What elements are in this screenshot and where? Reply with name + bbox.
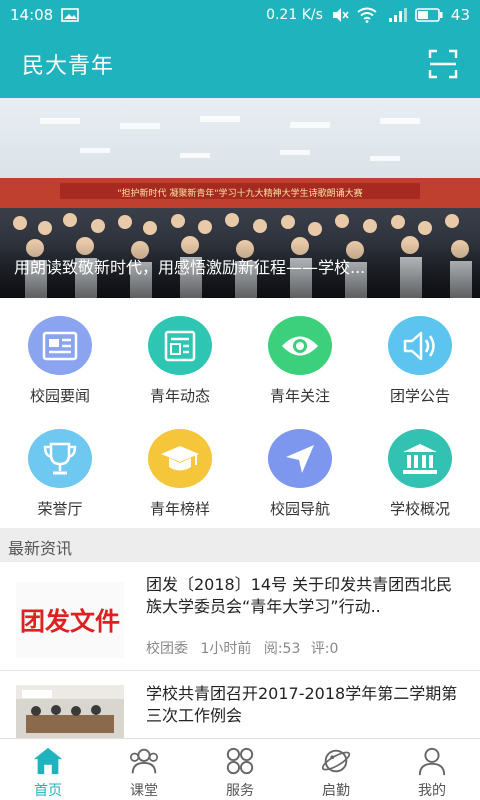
wifi-icon [357, 7, 377, 23]
news-title: 团发〔2018〕14号 关于印发共青团西北民族大学委员会“青年大学习”行动.. [146, 575, 453, 616]
grid-item-campus-map[interactable]: 校园导航 [240, 419, 360, 519]
news-source: 校团委 [146, 641, 188, 657]
news-comments: 评:0 [310, 641, 339, 657]
app-title: 民大青年 [22, 54, 115, 79]
grid-label: 学校概况 [389, 500, 450, 518]
tab-home[interactable]: 首页 [0, 739, 96, 800]
battery-level: 43 [450, 6, 470, 24]
home-icon [33, 747, 63, 775]
news-meta: 校团委 1小时前 阅:53 评:0 [146, 638, 338, 658]
tab-classroom[interactable]: 课堂 [96, 739, 192, 800]
signal-icon [388, 8, 407, 22]
grid-item-campus-news[interactable]: 校园要闻 [0, 306, 120, 406]
tab-label: 启勤 [322, 783, 350, 799]
institution-icon [388, 429, 452, 488]
news-item[interactable]: 学校共青团召开2017-2018学年第二学期第三次工作例会 [0, 671, 480, 738]
tab-label: 服务 [226, 783, 254, 799]
news-thumbnail [16, 685, 124, 738]
grid-label: 团学公告 [389, 387, 450, 405]
status-bar: 14:08 0.21 K/s 43 [0, 0, 480, 30]
battery-icon [415, 8, 443, 22]
network-speed: 0.21 K/s [266, 7, 323, 23]
news-title: 学校共青团召开2017-2018学年第二学期第三次工作例会 [146, 684, 458, 725]
speaker-icon [388, 316, 452, 375]
tab-label: 我的 [418, 783, 446, 799]
grid-label: 青年动态 [149, 387, 210, 405]
banner-carousel[interactable]: "担护新时代 凝聚新青年"学习十九大精神大学生诗歌朗诵大赛 用朗读致敬新时代，用… [0, 98, 480, 298]
app-bar: 民大青年 [0, 30, 480, 98]
newspaper-icon [28, 316, 92, 375]
grid-item-role-models[interactable]: 青年榜样 [120, 419, 240, 519]
tab-label: 首页 [34, 783, 62, 799]
news-reads: 阅:53 [263, 641, 301, 657]
bottom-tab-bar: 首页 课堂 服务 启勤 我的 [0, 738, 480, 800]
navigation-icon [268, 429, 332, 488]
gallery-icon [61, 8, 80, 22]
status-time: 14:08 [10, 6, 54, 24]
tab-label: 课堂 [130, 783, 158, 799]
trophy-icon [28, 429, 92, 488]
banner-caption: 用朗读致敬新时代，用感悟激励新征程——学校... [0, 242, 480, 298]
news-thumbnail: 团发文件 [16, 582, 124, 658]
graduation-cap-icon [148, 429, 212, 488]
tab-services[interactable]: 服务 [192, 739, 288, 800]
tab-mine[interactable]: 我的 [384, 739, 480, 800]
people-icon [129, 748, 159, 774]
grid-item-honor-hall[interactable]: 荣誉厅 [0, 419, 120, 519]
eye-icon [268, 316, 332, 375]
grid-item-announcements[interactable]: 团学公告 [360, 306, 480, 406]
grid-label: 荣誉厅 [37, 500, 83, 518]
section-header: 最新资讯 [0, 528, 480, 562]
grid-item-youth-news[interactable]: 青年动态 [120, 306, 240, 406]
grid-item-school-overview[interactable]: 学校概况 [360, 419, 480, 519]
scan-icon[interactable] [428, 49, 458, 79]
user-icon [418, 747, 446, 776]
news-item[interactable]: 团发文件 团发〔2018〕14号 关于印发共青团西北民族大学委员会“青年大学习”… [0, 562, 480, 680]
tab-qiqin[interactable]: 启勤 [288, 739, 384, 800]
banner-stage-text: "担护新时代 凝聚新青年"学习十九大精神大学生诗歌朗诵大赛 [117, 187, 362, 199]
news-card-icon [148, 316, 212, 375]
grid-item-youth-focus[interactable]: 青年关注 [240, 306, 360, 406]
grid-label: 校园导航 [269, 500, 330, 518]
mute-icon [332, 8, 349, 22]
thumbnail-text: 团发文件 [19, 607, 120, 636]
grid-label: 青年榜样 [149, 500, 210, 518]
planet-icon [321, 749, 351, 773]
services-icon [226, 747, 254, 775]
grid-label: 青年关注 [269, 387, 330, 405]
grid-label: 校园要闻 [29, 387, 90, 405]
news-time: 1小时前 [200, 641, 252, 657]
